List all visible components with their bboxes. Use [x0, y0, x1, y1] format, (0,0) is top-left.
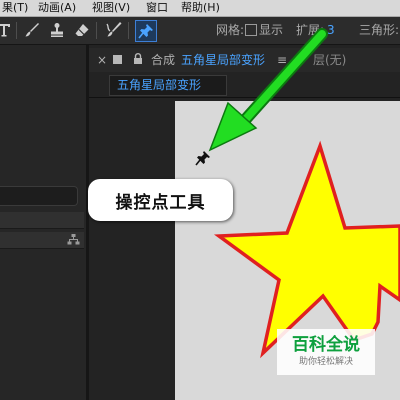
watermark-subtitle: 助你轻松解决: [298, 357, 353, 367]
watermark-title: 百科全说: [292, 335, 360, 355]
tool-callout-label: 操控点工具: [88, 179, 233, 221]
watermark-logo: 百科全说 助你轻松解决: [277, 329, 375, 375]
